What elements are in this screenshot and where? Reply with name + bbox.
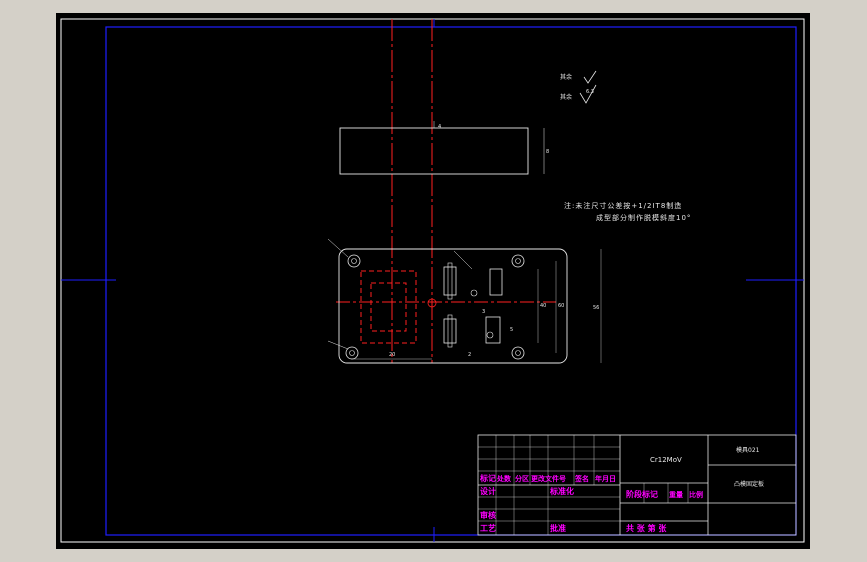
side-view-height-label: 8 <box>546 149 549 155</box>
tb-h-std: 标准化 <box>549 486 574 496</box>
side-view-top-label: 4 <box>438 124 441 130</box>
dim-label-r2: 5 <box>510 327 513 333</box>
side-view-outline <box>339 127 529 175</box>
dim-label-56: 56 <box>593 305 599 311</box>
roughness-label-2: 其余 <box>560 93 572 101</box>
tb-h-sheets: 共 张 第 张 <box>626 523 667 533</box>
tb-drawing-no: 模具021 <box>736 446 760 454</box>
tb-h-zone: 分区 <box>515 474 529 483</box>
tb-h-approve: 批准 <box>550 523 566 533</box>
punch-pocket-2 <box>489 268 503 296</box>
roughness-label-1: 其余 <box>560 73 572 81</box>
tb-h-count: 处数 <box>496 474 512 483</box>
punch-pocket-3 <box>443 318 457 344</box>
dim-label-r1: 2 <box>468 352 471 358</box>
leader-bl <box>327 340 349 350</box>
tb-material: Cr12MoV <box>650 456 682 464</box>
sheet-inner-border <box>105 26 797 536</box>
tb-h-design: 设计 <box>480 486 496 496</box>
dim-label-60: 60 <box>558 303 564 309</box>
punch-pocket-1 <box>443 266 457 296</box>
hidden-cavity-1 <box>360 270 417 344</box>
tb-h-mark: 标记 <box>479 473 496 483</box>
dim-label-r3: 3 <box>482 309 485 315</box>
tb-h-check: 审核 <box>480 510 496 520</box>
leader-punch <box>453 250 473 270</box>
tb-h-weight: 重量 <box>669 490 683 499</box>
roughness-value: 6.3 <box>586 89 594 95</box>
tb-h-sign: 签名 <box>574 474 589 483</box>
plate-outline <box>338 248 568 364</box>
tb-h-scale: 比例 <box>689 490 703 499</box>
cad-viewport[interactable]: 其余 其余 6.3 8 4 注:未注尺寸公差按+1/2IT8制造 成型部分制作脱… <box>56 13 810 549</box>
dim-label-40: 40 <box>540 303 546 309</box>
tb-h-process: 工艺 <box>480 523 496 533</box>
tb-h-change: 更改文件号 <box>531 474 566 483</box>
cad-drawing: 其余 其余 6.3 8 4 注:未注尺寸公差按+1/2IT8制造 成型部分制作脱… <box>60 18 805 543</box>
tb-part-name: 凸模固定板 <box>734 480 764 488</box>
bolt-hole-br <box>511 346 525 360</box>
roughness-symbol-1 <box>583 70 597 84</box>
dim-label-20: 20 <box>389 352 395 358</box>
note-line-1: 注:未注尺寸公差按+1/2IT8制造 <box>564 201 682 210</box>
tb-h-date: 年月日 <box>595 474 616 483</box>
punch-pocket-4 <box>485 316 501 344</box>
note-line-2: 成型部分制作脱模斜度10° <box>596 213 691 222</box>
hidden-cavity-2 <box>370 282 407 332</box>
bolt-hole-tl <box>347 254 361 268</box>
leader-tl <box>327 238 349 258</box>
bolt-hole-tr <box>511 254 525 268</box>
tb-h-stage: 阶段标记 <box>626 489 658 499</box>
